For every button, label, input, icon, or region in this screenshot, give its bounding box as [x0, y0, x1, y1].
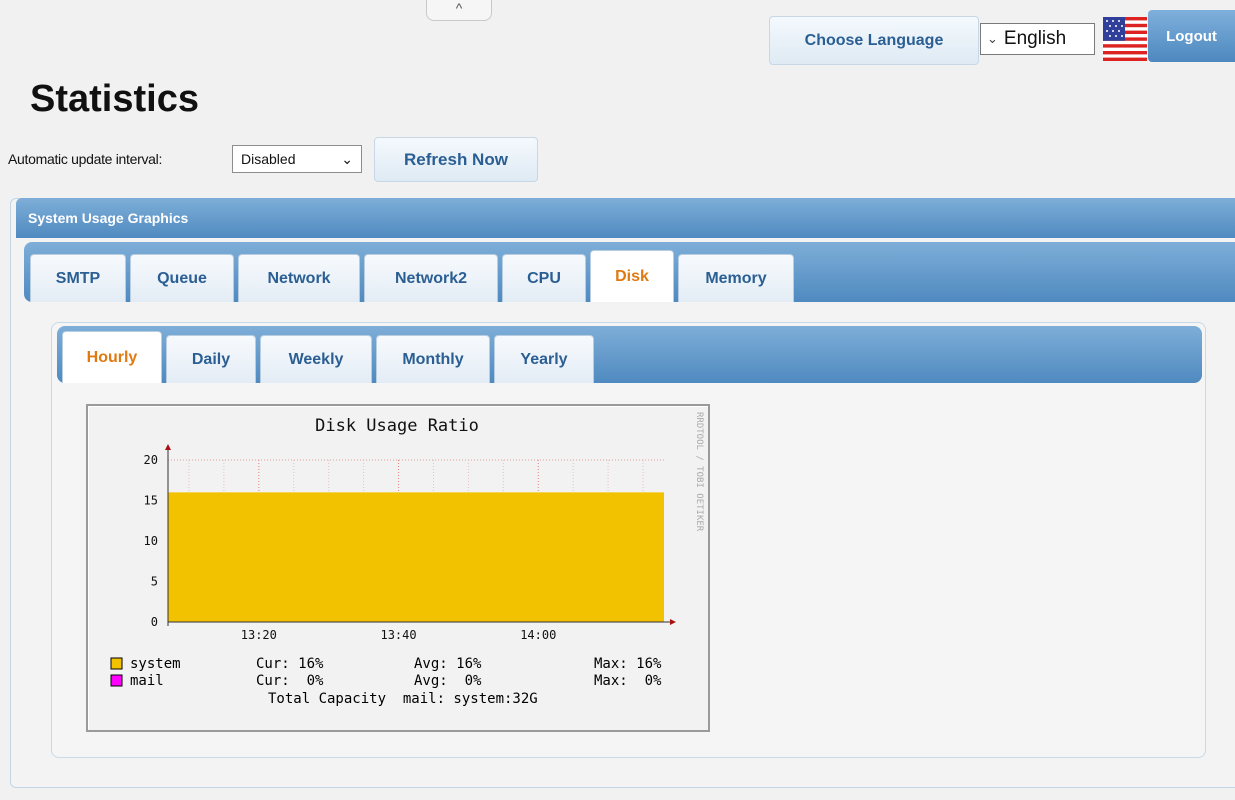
update-interval-select[interactable]: Disabled ⌄: [232, 145, 362, 173]
legend-swatch-system: [110, 657, 123, 670]
tab-label: Network2: [394, 269, 468, 287]
collapse-header-button[interactable]: ^: [426, 0, 492, 21]
tab-disk[interactable]: Disk: [590, 250, 674, 302]
tab-smtp[interactable]: SMTP: [30, 254, 126, 302]
tab-network2[interactable]: Network2: [364, 254, 498, 302]
legend-cur-mail: Cur: 0%: [256, 673, 324, 689]
tab-label: Daily: [191, 350, 231, 368]
language-selected-value: English: [1003, 28, 1067, 49]
chart-areas: [168, 492, 664, 622]
tab-queue[interactable]: Queue: [130, 254, 234, 302]
choose-language-label: Choose Language: [804, 31, 944, 49]
legend-avg-mail: Avg: 0%: [414, 673, 482, 689]
refresh-now-button[interactable]: Refresh Now: [374, 137, 538, 182]
tab-label: Monthly: [402, 350, 464, 368]
interval-selected-value: Disabled: [241, 151, 296, 167]
tab-label: Network: [267, 269, 331, 287]
tab-hourly[interactable]: Hourly: [62, 331, 162, 383]
y-tick-label: 20: [144, 453, 158, 467]
tab-label: CPU: [527, 269, 561, 287]
period-tabs: Hourly Daily Weekly Monthly Yearly: [57, 326, 1202, 383]
tab-weekly[interactable]: Weekly: [260, 335, 372, 383]
legend-name-system: system: [130, 656, 181, 672]
chart-title: Disk Usage Ratio: [315, 416, 479, 436]
y-tick-labels: 0 5 10 15 20: [144, 453, 158, 629]
legend-max-mail: Max: 0%: [594, 673, 662, 689]
chart-footer: Total Capacity mail: system:32G: [268, 691, 538, 707]
language-select[interactable]: ⌄ English: [980, 23, 1095, 55]
us-flag-icon[interactable]: [1103, 17, 1147, 61]
y-tick-label: 15: [144, 494, 158, 508]
y-tick-label: 5: [151, 575, 158, 589]
tab-label: Yearly: [520, 350, 568, 368]
auto-update-label: Automatic update interval:: [8, 151, 163, 167]
tab-label: Disk: [615, 267, 649, 285]
tab-label: SMTP: [55, 269, 101, 287]
tab-label: Memory: [705, 269, 767, 287]
page-title: Statistics: [30, 78, 199, 120]
chevron-up-icon: ^: [455, 0, 463, 16]
tab-daily[interactable]: Daily: [166, 335, 256, 383]
x-axis-arrow: [670, 619, 676, 625]
legend-avg-system: Avg: 16%: [414, 656, 482, 672]
tab-label: Hourly: [86, 348, 138, 366]
chevron-down-icon: ⌄: [987, 31, 998, 46]
tab-cpu[interactable]: CPU: [502, 254, 586, 302]
system-usage-title: System Usage Graphics: [28, 210, 189, 226]
y-tick-label: 0: [151, 615, 158, 629]
x-tick-label: 14:00: [520, 628, 556, 642]
legend-swatch-mail: [110, 674, 123, 687]
y-tick-label: 10: [144, 534, 158, 548]
x-tick-label: 13:40: [380, 628, 416, 642]
series-area-system: [168, 492, 664, 622]
legend-cur-system: Cur: 16%: [256, 656, 324, 672]
refresh-now-label: Refresh Now: [404, 149, 508, 169]
choose-language-button[interactable]: Choose Language: [769, 16, 979, 65]
graph-type-tabs: SMTP Queue Network Network2 CPU Disk Mem…: [24, 242, 1235, 302]
y-axis-arrow: [165, 444, 171, 450]
tab-memory[interactable]: Memory: [678, 254, 794, 302]
legend-max-system: Max: 16%: [594, 656, 662, 672]
tab-label: Queue: [157, 269, 207, 287]
x-tick-labels: 13:20 13:40 14:00: [241, 628, 557, 642]
chart-watermark: RRDTOOL / TOBI OETIKER: [694, 412, 704, 532]
disk-usage-chart: Disk Usage Ratio RRDTOOL / TOBI OETIKER …: [110, 412, 704, 707]
chevron-down-icon: ⌄: [341, 150, 353, 167]
tab-network[interactable]: Network: [238, 254, 360, 302]
system-usage-header: System Usage Graphics: [16, 198, 1235, 238]
tab-label: Weekly: [288, 350, 344, 368]
tab-yearly[interactable]: Yearly: [494, 335, 594, 383]
logout-button[interactable]: Logout: [1148, 10, 1235, 62]
logout-label: Logout: [1166, 27, 1217, 45]
x-tick-label: 13:20: [241, 628, 277, 642]
tab-monthly[interactable]: Monthly: [376, 335, 490, 383]
legend-name-mail: mail: [130, 673, 164, 689]
